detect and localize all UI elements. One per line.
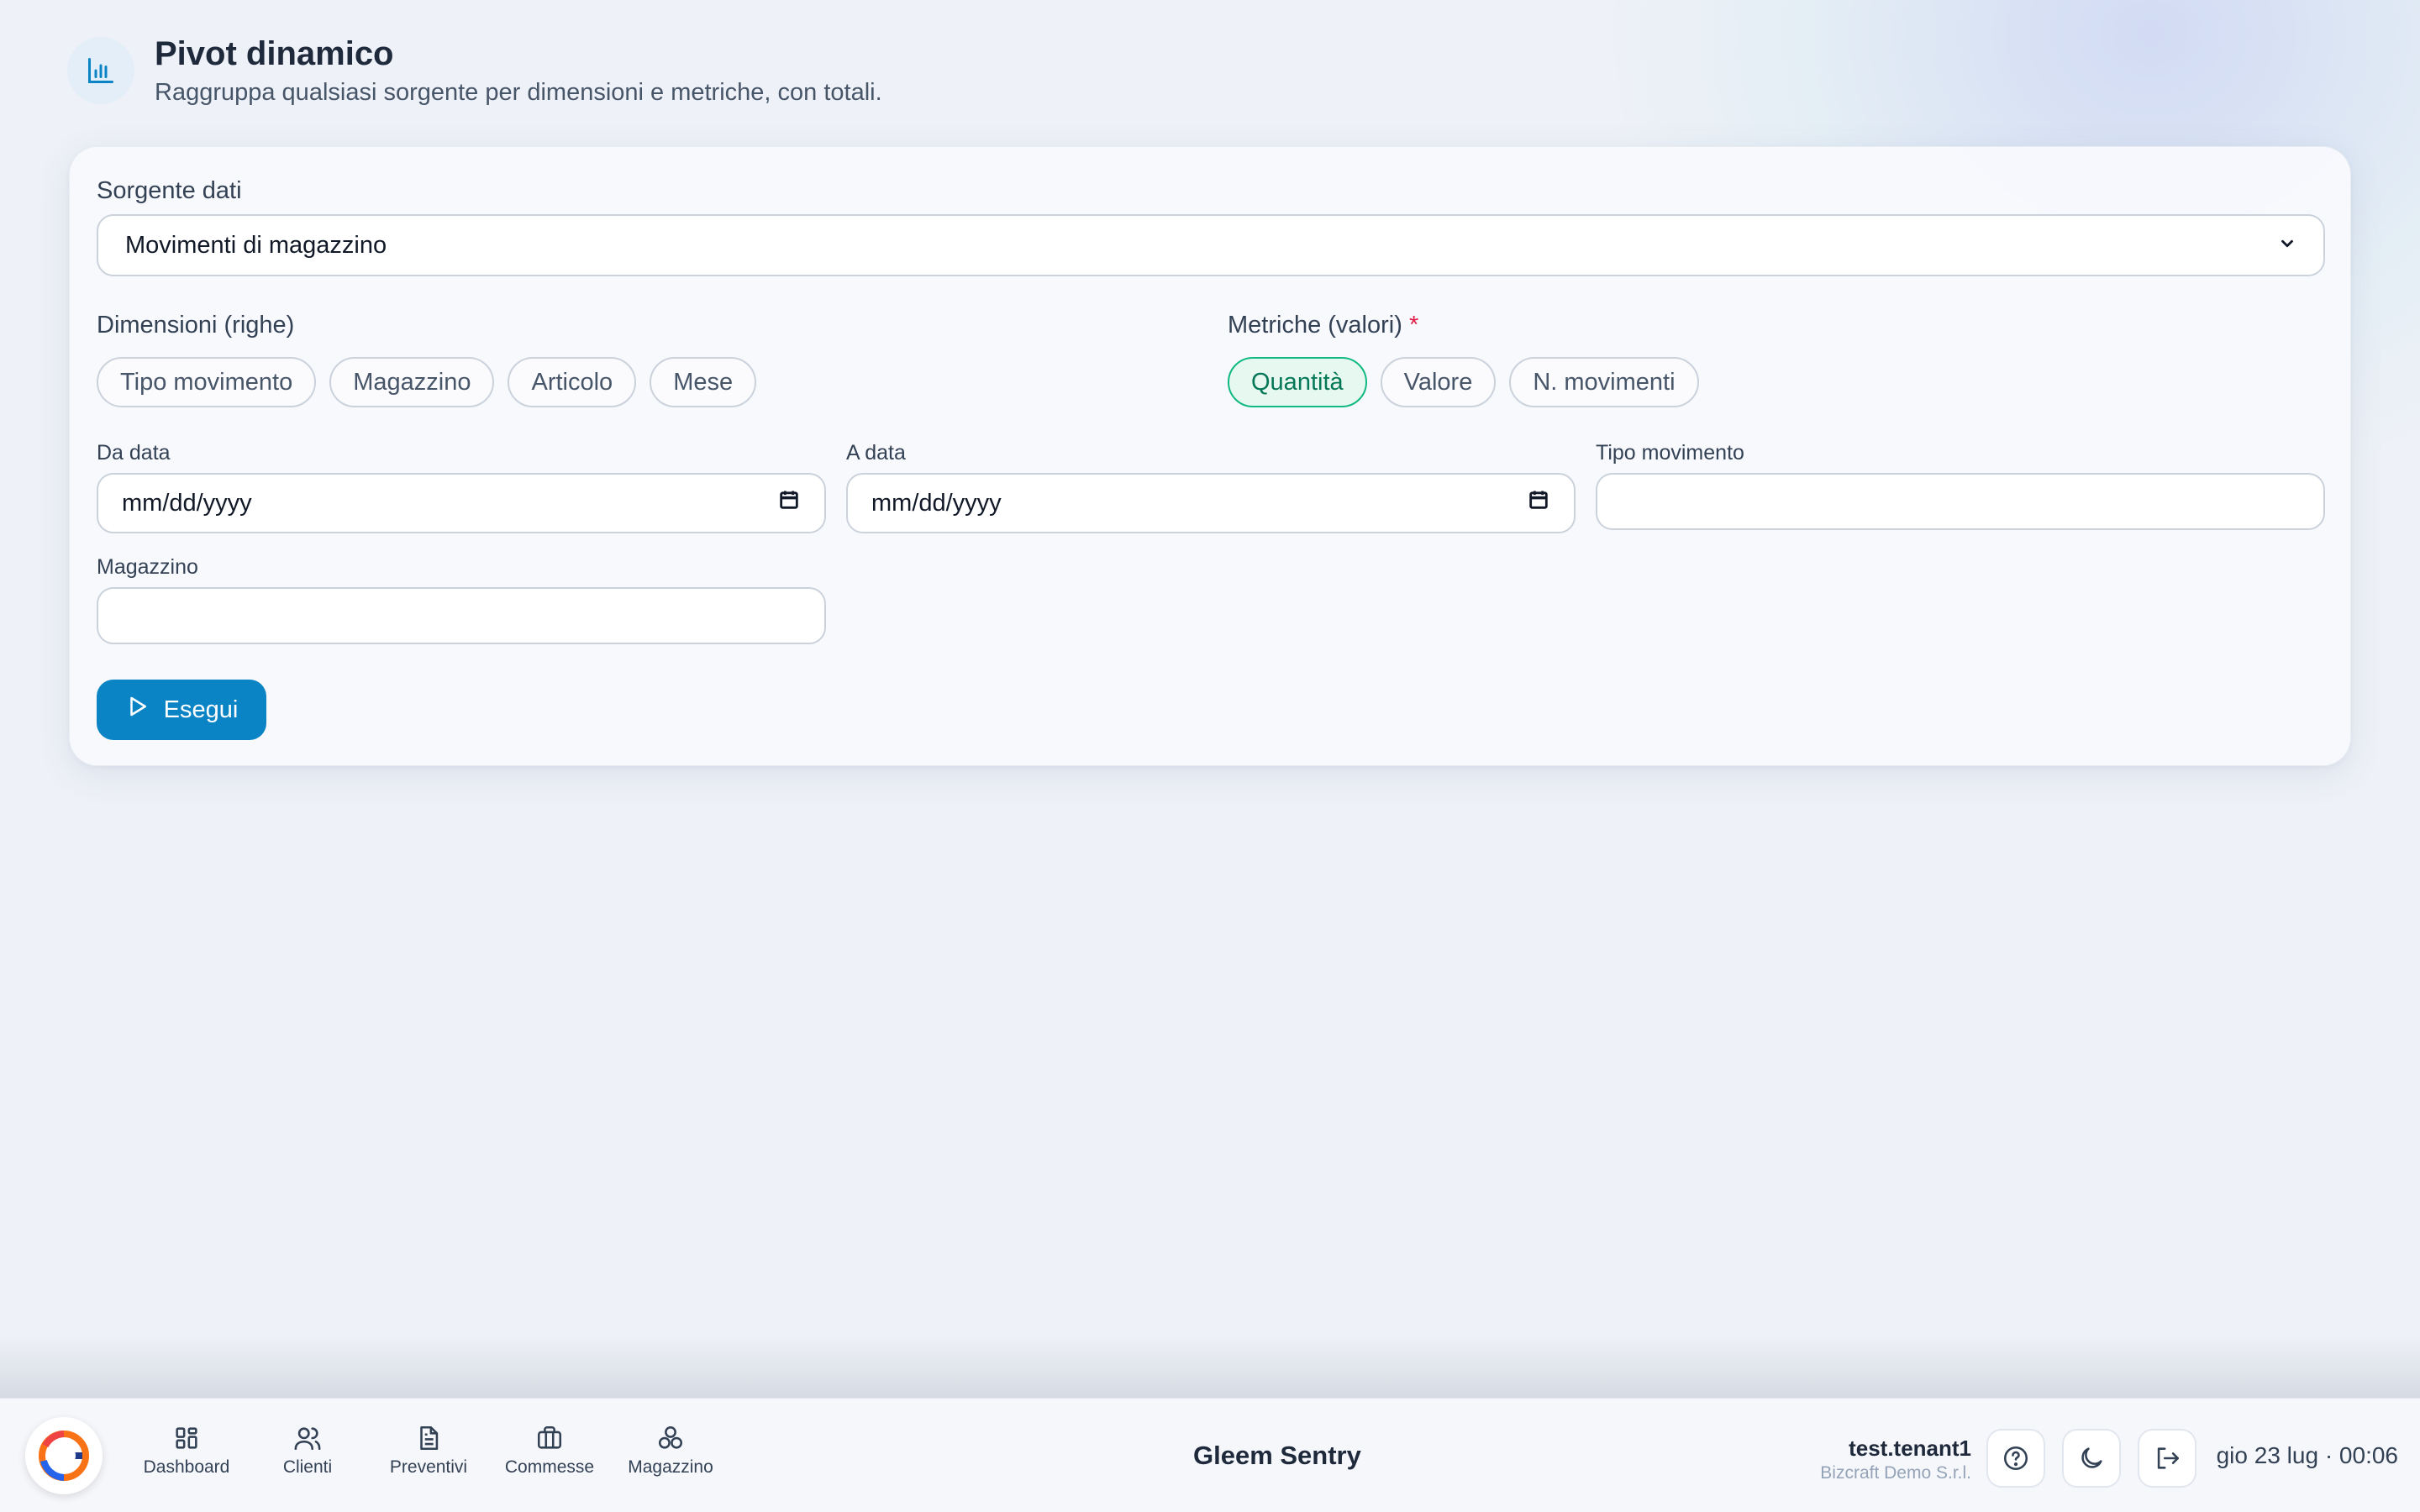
from-date-label: Da data: [97, 441, 171, 465]
bottom-shadow: [0, 1336, 2420, 1399]
nav-dashboard[interactable]: Dashboard: [126, 1424, 247, 1478]
help-icon: [2003, 1446, 2028, 1471]
run-button[interactable]: Esegui: [97, 680, 266, 740]
calendar-icon[interactable]: [1527, 488, 1550, 518]
brand-name: Gleem Sentry: [1193, 1441, 1361, 1470]
pivot-form-card: Sorgente dati Movimenti di magazzino Dim…: [69, 146, 2351, 766]
bar-chart-icon: [67, 37, 134, 104]
app-logo-icon: [39, 1431, 89, 1481]
bottom-bar: Dashboard Clienti Preventivi Commesse Ma…: [0, 1398, 2420, 1512]
chip-dimension-magazzino[interactable]: Magazzino: [329, 357, 495, 407]
chip-dimension-mese[interactable]: Mese: [650, 357, 757, 407]
run-button-label: Esegui: [163, 696, 239, 723]
page-title: Pivot dinamico: [155, 35, 394, 72]
source-select-value: Movimenti di magazzino: [125, 231, 387, 259]
bottom-nav: Dashboard Clienti Preventivi Commesse Ma…: [126, 1424, 731, 1478]
calendar-icon[interactable]: [777, 488, 801, 518]
logout-icon: [2157, 1447, 2180, 1469]
page-header: Pivot dinamico Raggruppa qualsiasi sorge…: [67, 34, 882, 107]
movement-type-label: Tipo movimento: [1596, 441, 1744, 465]
chip-metric-n-movimenti[interactable]: N. movimenti: [1509, 357, 1699, 407]
chip-metric-quantita[interactable]: Quantità: [1228, 357, 1367, 407]
nav-dashboard-label: Dashboard: [143, 1457, 230, 1477]
document-icon: [420, 1425, 439, 1451]
to-date-label: A data: [846, 441, 906, 465]
source-select[interactable]: Movimenti di magazzino: [97, 214, 2325, 276]
nav-preventivi-label: Preventivi: [389, 1457, 468, 1477]
chevron-down-icon: [2278, 234, 2296, 257]
logout-button[interactable]: [2138, 1429, 2196, 1488]
play-icon: [125, 694, 150, 726]
briefcase-icon: [537, 1425, 562, 1449]
warehouse-label: Magazzino: [97, 555, 198, 579]
clock: gio 23 lug · 00:06: [2216, 1442, 2398, 1468]
nav-commesse[interactable]: Commesse: [489, 1424, 610, 1478]
grid-icon: [176, 1427, 197, 1449]
dark-mode-button[interactable]: [2062, 1429, 2121, 1488]
user-company: Bizcraft Demo S.r.l.: [1820, 1463, 1971, 1483]
warehouse-input[interactable]: [97, 587, 826, 644]
nav-magazzino[interactable]: Magazzino: [610, 1424, 731, 1478]
required-marker: *: [1408, 312, 1419, 339]
user-info: test.tenant1 Bizcraft Demo S.r.l.: [1820, 1436, 1971, 1483]
metrics-chips: Quantità Valore N. movimenti: [1228, 357, 1699, 407]
nav-clienti[interactable]: Clienti: [247, 1424, 368, 1478]
movement-type-input[interactable]: [1596, 473, 2325, 530]
dimensions-chips: Tipo movimento Magazzino Articolo Mese: [97, 357, 757, 407]
to-date-input[interactable]: mm/dd/yyyy: [846, 473, 1576, 533]
dimensions-label: Dimensioni (righe): [97, 312, 295, 339]
metrics-label: Metriche (valori) *: [1228, 312, 1418, 339]
boxes-icon: [658, 1425, 683, 1449]
chip-dimension-tipo-movimento[interactable]: Tipo movimento: [97, 357, 317, 407]
page-subtitle: Raggruppa qualsiasi sorgente per dimensi…: [155, 79, 882, 106]
user-name: test.tenant1: [1849, 1436, 1971, 1461]
app-logo[interactable]: [25, 1417, 103, 1494]
nav-preventivi[interactable]: Preventivi: [368, 1424, 489, 1478]
users-icon: [294, 1427, 321, 1451]
nav-clienti-label: Clienti: [282, 1457, 333, 1477]
chip-metric-valore[interactable]: Valore: [1380, 357, 1497, 407]
metrics-label-text: Metriche (valori): [1228, 312, 1402, 339]
from-date-value: mm/dd/yyyy: [122, 489, 252, 517]
to-date-value: mm/dd/yyyy: [871, 489, 1002, 517]
moon-icon: [2081, 1447, 2102, 1468]
nav-commesse-label: Commesse: [504, 1457, 595, 1477]
source-label: Sorgente dati: [97, 177, 242, 204]
chip-dimension-articolo[interactable]: Articolo: [508, 357, 637, 407]
help-button[interactable]: [1986, 1429, 2045, 1488]
nav-magazzino-label: Magazzino: [628, 1457, 713, 1477]
from-date-input[interactable]: mm/dd/yyyy: [97, 473, 826, 533]
